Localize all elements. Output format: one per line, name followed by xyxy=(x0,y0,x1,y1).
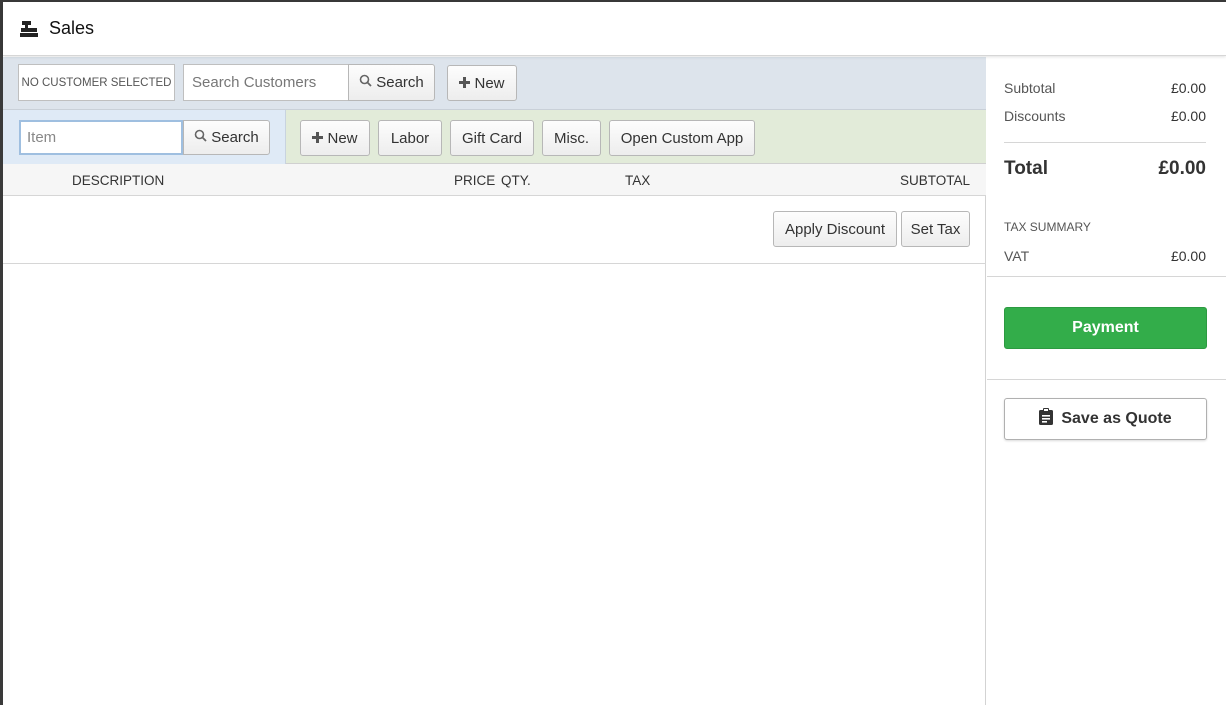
line-items-header: DESCRIPTION PRICE QTY. TAX SUBTOTAL xyxy=(3,164,986,196)
discounts-value: £0.00 xyxy=(1170,108,1206,124)
item-bar: Search New Labor Gift Card Misc. Open Cu… xyxy=(3,110,986,164)
new-customer-label: New xyxy=(474,74,505,92)
subtotal-label: Subtotal xyxy=(1004,80,1056,96)
search-icon xyxy=(359,74,372,91)
misc-button[interactable]: Misc. xyxy=(542,120,601,156)
new-item-button[interactable]: New xyxy=(300,120,370,156)
total-row: Total £0.00 xyxy=(1004,158,1206,180)
discounts-row: Discounts £0.00 xyxy=(1004,108,1206,124)
save-as-quote-button[interactable]: Save as Quote xyxy=(1004,398,1207,440)
total-value: £0.00 xyxy=(1158,158,1206,179)
labor-button[interactable]: Labor xyxy=(378,120,442,156)
new-item-label: New xyxy=(327,129,358,147)
item-search-area: Search xyxy=(3,110,286,164)
tax-summary-heading: TAX SUMMARY xyxy=(1004,220,1091,234)
column-subtotal: SUBTOTAL xyxy=(899,173,970,188)
save-as-quote-label: Save as Quote xyxy=(1061,410,1172,427)
summary-divider xyxy=(987,276,1226,277)
payment-button[interactable]: Payment xyxy=(1004,307,1207,349)
item-search-label: Search xyxy=(211,129,259,146)
set-tax-button[interactable]: Set Tax xyxy=(901,211,970,247)
top-bar: Sales xyxy=(3,2,1226,56)
new-customer-button[interactable]: New xyxy=(447,65,517,101)
column-description: DESCRIPTION xyxy=(72,173,165,188)
open-custom-app-button[interactable]: Open Custom App xyxy=(609,120,755,156)
customer-search-button[interactable]: Search xyxy=(348,64,435,101)
vat-value: £0.00 xyxy=(1170,248,1206,264)
item-search-input[interactable] xyxy=(19,120,183,155)
register-icon xyxy=(20,20,38,37)
plus-icon xyxy=(459,75,471,92)
column-price: PRICE xyxy=(454,173,496,188)
line-actions-row: Apply Discount Set Tax xyxy=(3,196,986,264)
plus-icon xyxy=(312,130,324,147)
customer-search-input[interactable] xyxy=(183,64,349,101)
summary-divider xyxy=(1004,142,1206,143)
column-tax: TAX xyxy=(625,173,651,188)
discounts-label: Discounts xyxy=(1004,108,1066,124)
clipboard-icon xyxy=(1039,408,1054,430)
customer-bar: NO CUSTOMER SELECTED Search New xyxy=(3,57,986,110)
gift-card-button[interactable]: Gift Card xyxy=(450,120,534,156)
item-search-button[interactable]: Search xyxy=(183,120,270,155)
sale-main-panel: NO CUSTOMER SELECTED Search New Search xyxy=(3,57,986,705)
vat-label: VAT xyxy=(1004,248,1030,264)
total-label: Total xyxy=(1004,158,1048,179)
subtotal-row: Subtotal £0.00 xyxy=(1004,80,1206,96)
column-qty: QTY. xyxy=(501,173,531,188)
vat-row: VAT £0.00 xyxy=(1004,248,1206,264)
summary-panel: Subtotal £0.00 Discounts £0.00 Total £0.… xyxy=(987,57,1226,705)
search-icon xyxy=(194,129,207,146)
subtotal-value: £0.00 xyxy=(1170,80,1206,96)
page-title: Sales xyxy=(49,18,95,38)
apply-discount-button[interactable]: Apply Discount xyxy=(773,211,897,247)
no-customer-selected-button[interactable]: NO CUSTOMER SELECTED xyxy=(18,64,175,101)
customer-search-label: Search xyxy=(376,74,424,91)
summary-divider xyxy=(987,379,1226,380)
